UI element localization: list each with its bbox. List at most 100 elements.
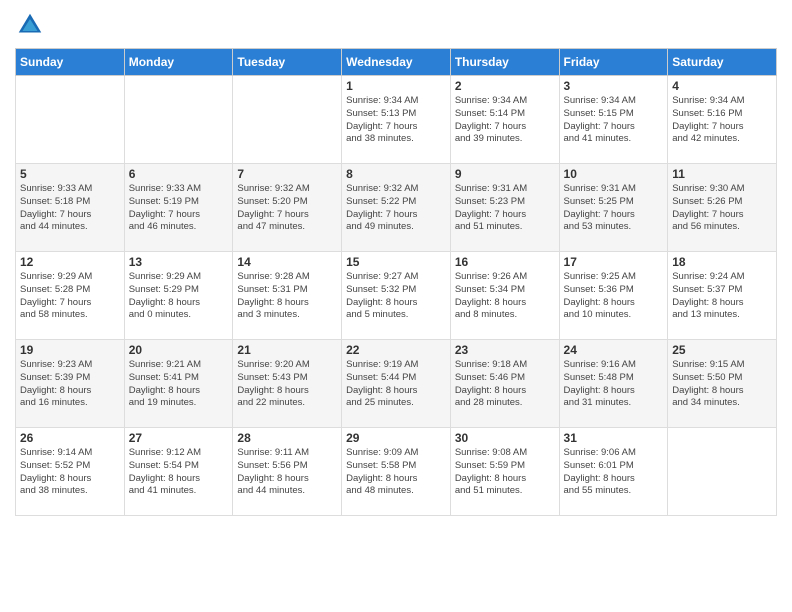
calendar-cell	[233, 76, 342, 164]
logo-icon	[15, 10, 45, 40]
day-info: Sunrise: 9:31 AM Sunset: 5:23 PM Dayligh…	[455, 183, 555, 234]
calendar-cell: 17 Sunrise: 9:25 AM Sunset: 5:36 PM Dayli…	[559, 252, 668, 340]
day-info: Sunrise: 9:12 AM Sunset: 5:54 PM Dayligh…	[129, 447, 229, 498]
day-number: 23	[455, 343, 555, 357]
column-header-sunday: Sunday	[16, 49, 125, 76]
calendar-week-5: 26 Sunrise: 9:14 AM Sunset: 5:52 PM Dayli…	[16, 428, 777, 516]
day-number: 11	[672, 167, 772, 181]
calendar-cell: 5 Sunrise: 9:33 AM Sunset: 5:18 PM Daylig…	[16, 164, 125, 252]
calendar-cell: 8 Sunrise: 9:32 AM Sunset: 5:22 PM Daylig…	[342, 164, 451, 252]
day-number: 4	[672, 79, 772, 93]
page: SundayMondayTuesdayWednesdayThursdayFrid…	[0, 0, 792, 612]
calendar-cell: 24 Sunrise: 9:16 AM Sunset: 5:48 PM Dayli…	[559, 340, 668, 428]
day-info: Sunrise: 9:32 AM Sunset: 5:20 PM Dayligh…	[237, 183, 337, 234]
column-header-friday: Friday	[559, 49, 668, 76]
day-number: 19	[20, 343, 120, 357]
calendar-cell: 9 Sunrise: 9:31 AM Sunset: 5:23 PM Daylig…	[450, 164, 559, 252]
calendar-cell: 26 Sunrise: 9:14 AM Sunset: 5:52 PM Dayli…	[16, 428, 125, 516]
day-info: Sunrise: 9:15 AM Sunset: 5:50 PM Dayligh…	[672, 359, 772, 410]
day-info: Sunrise: 9:14 AM Sunset: 5:52 PM Dayligh…	[20, 447, 120, 498]
day-number: 30	[455, 431, 555, 445]
calendar-cell: 27 Sunrise: 9:12 AM Sunset: 5:54 PM Dayli…	[124, 428, 233, 516]
day-number: 6	[129, 167, 229, 181]
calendar-cell: 19 Sunrise: 9:23 AM Sunset: 5:39 PM Dayli…	[16, 340, 125, 428]
calendar-cell: 10 Sunrise: 9:31 AM Sunset: 5:25 PM Dayli…	[559, 164, 668, 252]
day-number: 15	[346, 255, 446, 269]
day-info: Sunrise: 9:20 AM Sunset: 5:43 PM Dayligh…	[237, 359, 337, 410]
day-info: Sunrise: 9:11 AM Sunset: 5:56 PM Dayligh…	[237, 447, 337, 498]
day-number: 2	[455, 79, 555, 93]
calendar-week-3: 12 Sunrise: 9:29 AM Sunset: 5:28 PM Dayli…	[16, 252, 777, 340]
calendar-week-2: 5 Sunrise: 9:33 AM Sunset: 5:18 PM Daylig…	[16, 164, 777, 252]
day-number: 7	[237, 167, 337, 181]
calendar-cell: 21 Sunrise: 9:20 AM Sunset: 5:43 PM Dayli…	[233, 340, 342, 428]
column-header-saturday: Saturday	[668, 49, 777, 76]
day-info: Sunrise: 9:16 AM Sunset: 5:48 PM Dayligh…	[564, 359, 664, 410]
day-number: 22	[346, 343, 446, 357]
day-info: Sunrise: 9:24 AM Sunset: 5:37 PM Dayligh…	[672, 271, 772, 322]
calendar-cell: 23 Sunrise: 9:18 AM Sunset: 5:46 PM Dayli…	[450, 340, 559, 428]
day-number: 3	[564, 79, 664, 93]
day-info: Sunrise: 9:33 AM Sunset: 5:18 PM Dayligh…	[20, 183, 120, 234]
logo	[15, 10, 49, 40]
calendar-cell: 12 Sunrise: 9:29 AM Sunset: 5:28 PM Dayli…	[16, 252, 125, 340]
day-info: Sunrise: 9:29 AM Sunset: 5:29 PM Dayligh…	[129, 271, 229, 322]
day-number: 16	[455, 255, 555, 269]
calendar-cell: 16Sunrise: 9:26 AM Sunset: 5:34 PM Dayli…	[450, 252, 559, 340]
calendar-cell: 18Sunrise: 9:24 AM Sunset: 5:37 PM Dayli…	[668, 252, 777, 340]
calendar-cell: 6 Sunrise: 9:33 AM Sunset: 5:19 PM Daylig…	[124, 164, 233, 252]
day-number: 10	[564, 167, 664, 181]
day-number: 8	[346, 167, 446, 181]
calendar-cell: 20 Sunrise: 9:21 AM Sunset: 5:41 PM Dayli…	[124, 340, 233, 428]
day-number: 29	[346, 431, 446, 445]
day-info: Sunrise: 9:23 AM Sunset: 5:39 PM Dayligh…	[20, 359, 120, 410]
day-number: 24	[564, 343, 664, 357]
day-info: Sunrise: 9:34 AM Sunset: 5:16 PM Dayligh…	[672, 95, 772, 146]
day-info: Sunrise: 9:18 AM Sunset: 5:46 PM Dayligh…	[455, 359, 555, 410]
day-number: 17	[564, 255, 664, 269]
calendar-cell	[668, 428, 777, 516]
calendar-cell: 30 Sunrise: 9:08 AM Sunset: 5:59 PM Dayli…	[450, 428, 559, 516]
calendar-week-1: 1 Sunrise: 9:34 AM Sunset: 5:13 PM Daylig…	[16, 76, 777, 164]
day-info: Sunrise: 9:25 AM Sunset: 5:36 PM Dayligh…	[564, 271, 664, 322]
day-number: 20	[129, 343, 229, 357]
calendar-cell: 15Sunrise: 9:27 AM Sunset: 5:32 PM Dayli…	[342, 252, 451, 340]
calendar-cell: 3 Sunrise: 9:34 AM Sunset: 5:15 PM Daylig…	[559, 76, 668, 164]
day-number: 14	[237, 255, 337, 269]
day-info: Sunrise: 9:34 AM Sunset: 5:15 PM Dayligh…	[564, 95, 664, 146]
day-number: 21	[237, 343, 337, 357]
day-info: Sunrise: 9:06 AM Sunset: 6:01 PM Dayligh…	[564, 447, 664, 498]
calendar-cell: 29Sunrise: 9:09 AM Sunset: 5:58 PM Dayli…	[342, 428, 451, 516]
day-info: Sunrise: 9:31 AM Sunset: 5:25 PM Dayligh…	[564, 183, 664, 234]
day-number: 26	[20, 431, 120, 445]
day-number: 28	[237, 431, 337, 445]
day-info: Sunrise: 9:19 AM Sunset: 5:44 PM Dayligh…	[346, 359, 446, 410]
day-info: Sunrise: 9:32 AM Sunset: 5:22 PM Dayligh…	[346, 183, 446, 234]
day-info: Sunrise: 9:33 AM Sunset: 5:19 PM Dayligh…	[129, 183, 229, 234]
calendar-cell: 7 Sunrise: 9:32 AM Sunset: 5:20 PM Daylig…	[233, 164, 342, 252]
day-number: 13	[129, 255, 229, 269]
day-info: Sunrise: 9:34 AM Sunset: 5:14 PM Dayligh…	[455, 95, 555, 146]
day-info: Sunrise: 9:21 AM Sunset: 5:41 PM Dayligh…	[129, 359, 229, 410]
day-info: Sunrise: 9:08 AM Sunset: 5:59 PM Dayligh…	[455, 447, 555, 498]
day-number: 12	[20, 255, 120, 269]
calendar-week-4: 19 Sunrise: 9:23 AM Sunset: 5:39 PM Dayli…	[16, 340, 777, 428]
day-number: 31	[564, 431, 664, 445]
calendar-cell: 22 Sunrise: 9:19 AM Sunset: 5:44 PM Dayli…	[342, 340, 451, 428]
day-info: Sunrise: 9:29 AM Sunset: 5:28 PM Dayligh…	[20, 271, 120, 322]
calendar-cell: 25 Sunrise: 9:15 AM Sunset: 5:50 PM Dayli…	[668, 340, 777, 428]
header	[15, 10, 777, 40]
calendar: SundayMondayTuesdayWednesdayThursdayFrid…	[15, 48, 777, 516]
day-info: Sunrise: 9:34 AM Sunset: 5:13 PM Dayligh…	[346, 95, 446, 146]
day-info: Sunrise: 9:30 AM Sunset: 5:26 PM Dayligh…	[672, 183, 772, 234]
day-number: 5	[20, 167, 120, 181]
calendar-header-row: SundayMondayTuesdayWednesdayThursdayFrid…	[16, 49, 777, 76]
day-number: 1	[346, 79, 446, 93]
day-number: 9	[455, 167, 555, 181]
calendar-cell: 1 Sunrise: 9:34 AM Sunset: 5:13 PM Daylig…	[342, 76, 451, 164]
calendar-cell: 2 Sunrise: 9:34 AM Sunset: 5:14 PM Daylig…	[450, 76, 559, 164]
day-number: 27	[129, 431, 229, 445]
column-header-monday: Monday	[124, 49, 233, 76]
calendar-cell: 11 Sunrise: 9:30 AM Sunset: 5:26 PM Dayli…	[668, 164, 777, 252]
day-number: 25	[672, 343, 772, 357]
